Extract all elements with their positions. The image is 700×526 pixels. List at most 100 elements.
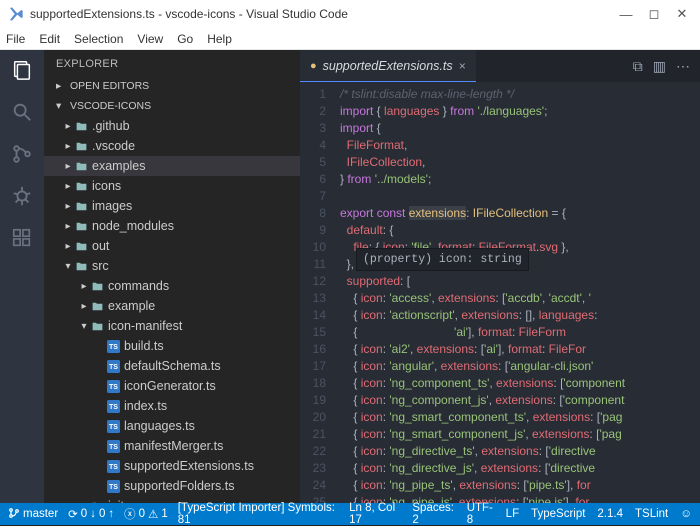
- svg-text:TS: TS: [109, 404, 118, 411]
- status-problems[interactable]: ⓧ0 ⚠1: [124, 506, 168, 522]
- file-supportedFolders.ts[interactable]: TSsupportedFolders.ts: [44, 476, 300, 496]
- status-lang[interactable]: TypeScript: [531, 502, 585, 526]
- typescript-icon: TS: [106, 479, 120, 493]
- menu-view[interactable]: View: [137, 32, 163, 46]
- typescript-icon: TS: [106, 359, 120, 373]
- section-open-editors[interactable]: ▸ OPEN EDITORS: [44, 76, 300, 96]
- window-titlebar: supportedExtensions.ts - vscode-icons - …: [0, 0, 700, 28]
- window-close-button[interactable]: ✕: [676, 8, 688, 20]
- window-title: supportedExtensions.ts - vscode-icons - …: [30, 7, 620, 21]
- modified-dot-icon: ●: [310, 60, 317, 72]
- chevron-icon: ▸: [62, 141, 74, 152]
- file-iconGenerator.ts[interactable]: TSiconGenerator.ts: [44, 376, 300, 396]
- more-icon[interactable]: ⋯: [676, 58, 690, 75]
- folder-src[interactable]: ▾src: [44, 256, 300, 276]
- close-icon[interactable]: ×: [459, 59, 466, 73]
- status-branch[interactable]: master: [8, 507, 58, 522]
- folder-examples[interactable]: ▸examples: [44, 156, 300, 176]
- window-maximize-button[interactable]: ◻: [648, 8, 660, 20]
- svg-text:TS: TS: [109, 364, 118, 371]
- status-spaces[interactable]: Spaces: 2: [412, 502, 454, 526]
- chevron-down-icon: ▾: [56, 100, 66, 112]
- typescript-icon: TS: [106, 439, 120, 453]
- folder-icon: [90, 279, 104, 293]
- folder-icon: [90, 499, 104, 503]
- svg-text:TS: TS: [109, 484, 118, 491]
- file-languages.ts[interactable]: TSlanguages.ts: [44, 416, 300, 436]
- chevron-icon: ▾: [62, 261, 74, 272]
- search-icon[interactable]: [10, 100, 34, 124]
- folder-icon: [74, 139, 88, 153]
- status-cursor[interactable]: Ln 8, Col 17: [349, 502, 400, 526]
- folder-icon: [74, 179, 88, 193]
- chevron-icon: ▸: [62, 221, 74, 232]
- sidebar-title: EXPLORER: [44, 50, 300, 76]
- folder-images[interactable]: ▸images: [44, 196, 300, 216]
- file-tree: ▸.github▸.vscode▸examples▸icons▸images▸n…: [44, 116, 300, 503]
- file-defaultSchema.ts[interactable]: TSdefaultSchema.ts: [44, 356, 300, 376]
- extensions-icon[interactable]: [10, 226, 34, 250]
- status-tsver[interactable]: 2.1.4: [597, 502, 623, 526]
- menu-file[interactable]: File: [6, 32, 25, 46]
- typescript-icon: TS: [106, 399, 120, 413]
- folder-.github[interactable]: ▸.github: [44, 116, 300, 136]
- menu-edit[interactable]: Edit: [39, 32, 60, 46]
- svg-text:TS: TS: [109, 384, 118, 391]
- folder-icon: [74, 219, 88, 233]
- file-index.ts[interactable]: TSindex.ts: [44, 396, 300, 416]
- folder-node_modules[interactable]: ▸node_modules: [44, 216, 300, 236]
- status-tslint[interactable]: TSLint: [635, 502, 668, 526]
- svg-text:TS: TS: [109, 444, 118, 451]
- typescript-icon: TS: [106, 339, 120, 353]
- code-area[interactable]: 1234567891011121314151617181920212223242…: [300, 82, 700, 503]
- split-editor-icon[interactable]: ▥: [653, 58, 666, 75]
- status-encoding[interactable]: UTF-8: [467, 502, 494, 526]
- window-minimize-button[interactable]: —: [620, 8, 632, 20]
- section-workspace[interactable]: ▾ VSCODE-ICONS: [44, 96, 300, 116]
- vscode-logo-icon: [8, 6, 24, 22]
- svg-text:TS: TS: [109, 344, 118, 351]
- chevron-icon: ▸: [62, 201, 74, 212]
- folder-icon-manifest[interactable]: ▾icon-manifest: [44, 316, 300, 336]
- chevron-icon: ▸: [78, 281, 90, 292]
- svg-text:TS: TS: [109, 424, 118, 431]
- folder-commands[interactable]: ▸commands: [44, 276, 300, 296]
- file-manifestMerger.ts[interactable]: TSmanifestMerger.ts: [44, 436, 300, 456]
- feedback-icon[interactable]: ☺: [680, 502, 692, 526]
- status-sync[interactable]: ⟳ 0↓ 0↑: [68, 507, 114, 521]
- folder-out[interactable]: ▸out: [44, 236, 300, 256]
- status-importer[interactable]: [TypeScript Importer] Symbols: 81: [178, 502, 339, 526]
- menu-go[interactable]: Go: [177, 32, 193, 46]
- explorer-icon[interactable]: [10, 58, 34, 82]
- warning-icon: ⚠: [148, 507, 158, 521]
- status-bar: master ⟳ 0↓ 0↑ ⓧ0 ⚠1 [TypeScript Importe…: [0, 503, 700, 525]
- folder-.vscode[interactable]: ▸.vscode: [44, 136, 300, 156]
- compare-icon[interactable]: ⧉: [633, 58, 643, 75]
- activity-bar: [0, 50, 44, 503]
- source-control-icon[interactable]: [10, 142, 34, 166]
- sync-icon: ⟳: [68, 507, 78, 521]
- code-lines[interactable]: /* tslint:disable max-line-length */impo…: [334, 82, 700, 503]
- chevron-icon: ▸: [62, 241, 74, 252]
- chevron-icon: ▸: [78, 501, 90, 504]
- tab-supportedextensions[interactable]: ● supportedExtensions.ts ×: [300, 50, 476, 82]
- debug-icon[interactable]: [10, 184, 34, 208]
- status-eol[interactable]: LF: [506, 502, 519, 526]
- error-icon: ⓧ: [124, 506, 136, 522]
- menu-selection[interactable]: Selection: [74, 32, 123, 46]
- typescript-icon: TS: [106, 419, 120, 433]
- folder-icon: [74, 119, 88, 133]
- svg-text:TS: TS: [109, 464, 118, 471]
- line-gutter: 1234567891011121314151617181920212223242…: [300, 82, 334, 503]
- folder-icons[interactable]: ▸icons: [44, 176, 300, 196]
- hover-tooltip: (property) icon: string: [356, 248, 529, 271]
- tab-bar: ● supportedExtensions.ts × ⧉ ▥ ⋯: [300, 50, 700, 82]
- editor: ● supportedExtensions.ts × ⧉ ▥ ⋯ 1234567…: [300, 50, 700, 503]
- file-build.ts[interactable]: TSbuild.ts: [44, 336, 300, 356]
- menu-help[interactable]: Help: [207, 32, 232, 46]
- folder-example[interactable]: ▸example: [44, 296, 300, 316]
- menubar: File Edit Selection View Go Help: [0, 28, 700, 50]
- file-supportedExtensions.ts[interactable]: TSsupportedExtensions.ts: [44, 456, 300, 476]
- chevron-icon: ▸: [62, 181, 74, 192]
- branch-icon: [8, 507, 20, 522]
